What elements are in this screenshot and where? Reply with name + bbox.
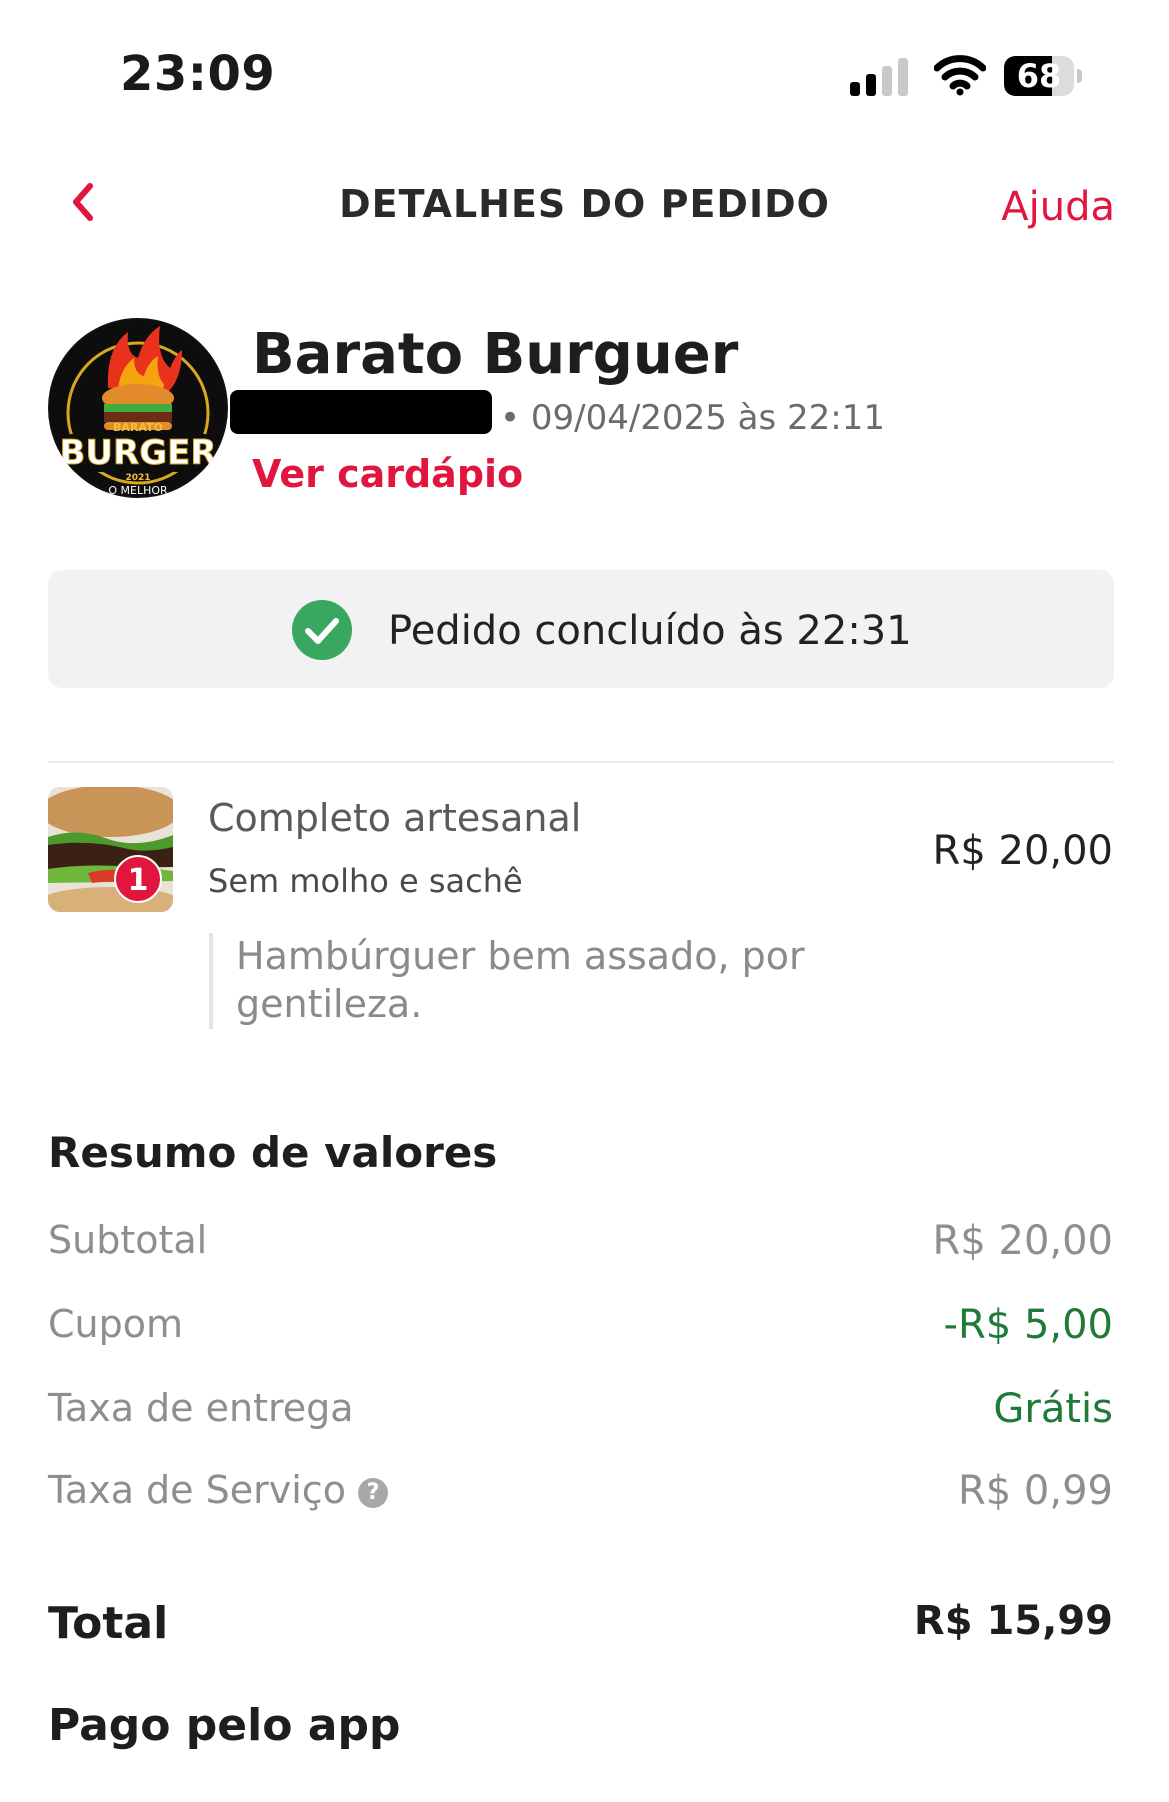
- summary-title: Resumo de valores: [48, 1128, 498, 1177]
- delivery-fee-label: Taxa de entrega: [48, 1386, 354, 1430]
- cellular-signal-icon: [850, 58, 908, 96]
- page-title: DETALHES DO PEDIDO: [339, 182, 830, 226]
- delivery-fee-value: Grátis: [993, 1386, 1113, 1432]
- restaurant-name: Barato Burguer: [252, 322, 739, 387]
- status-time: 23:09: [120, 46, 276, 102]
- total-value: R$ 15,99: [913, 1598, 1113, 1644]
- wifi-icon: [934, 55, 986, 96]
- coupon-label: Cupom: [48, 1302, 184, 1346]
- note-bar: [209, 933, 213, 1029]
- help-button[interactable]: Ajuda: [1001, 184, 1115, 230]
- logo-year: 2021: [125, 473, 150, 483]
- service-fee-value: R$ 0,99: [957, 1468, 1113, 1514]
- item-quantity-badge: 1: [114, 855, 162, 903]
- subtotal-label: Subtotal: [48, 1218, 208, 1262]
- item-note: Hambúrguer bem assado, por gentileza.: [236, 934, 805, 1026]
- order-status-text: Pedido concluído às 22:31: [388, 608, 912, 654]
- item-description: Sem molho e sachê: [208, 862, 523, 900]
- battery-indicator: 68: [1004, 56, 1084, 96]
- service-fee-label: Taxa de Serviço: [48, 1468, 346, 1512]
- check-circle-icon: [292, 600, 352, 660]
- total-label: Total: [48, 1598, 169, 1649]
- logo-main-text: BURGER: [59, 433, 216, 473]
- logo-bottom-text: O MELHOR: [108, 484, 168, 497]
- payment-method: Pago pelo app: [48, 1700, 401, 1751]
- battery-level-text: 68: [1016, 57, 1062, 95]
- restaurant-logo[interactable]: BARATO BURGER 2021 O MELHOR: [48, 318, 228, 498]
- divider: [48, 761, 1114, 763]
- view-menu-link[interactable]: Ver cardápio: [252, 452, 523, 496]
- help-info-icon[interactable]: ?: [357, 1478, 388, 1508]
- item-name: Completo artesanal: [208, 796, 582, 840]
- redacted-address: [230, 390, 492, 434]
- service-fee-row: Taxa de Serviço?: [48, 1468, 388, 1512]
- order-date: • 09/04/2025 às 22:11: [500, 398, 885, 438]
- item-price: R$ 20,00: [932, 828, 1113, 874]
- subtotal-value: R$ 20,00: [932, 1218, 1113, 1264]
- coupon-value: -R$ 5,00: [943, 1302, 1113, 1348]
